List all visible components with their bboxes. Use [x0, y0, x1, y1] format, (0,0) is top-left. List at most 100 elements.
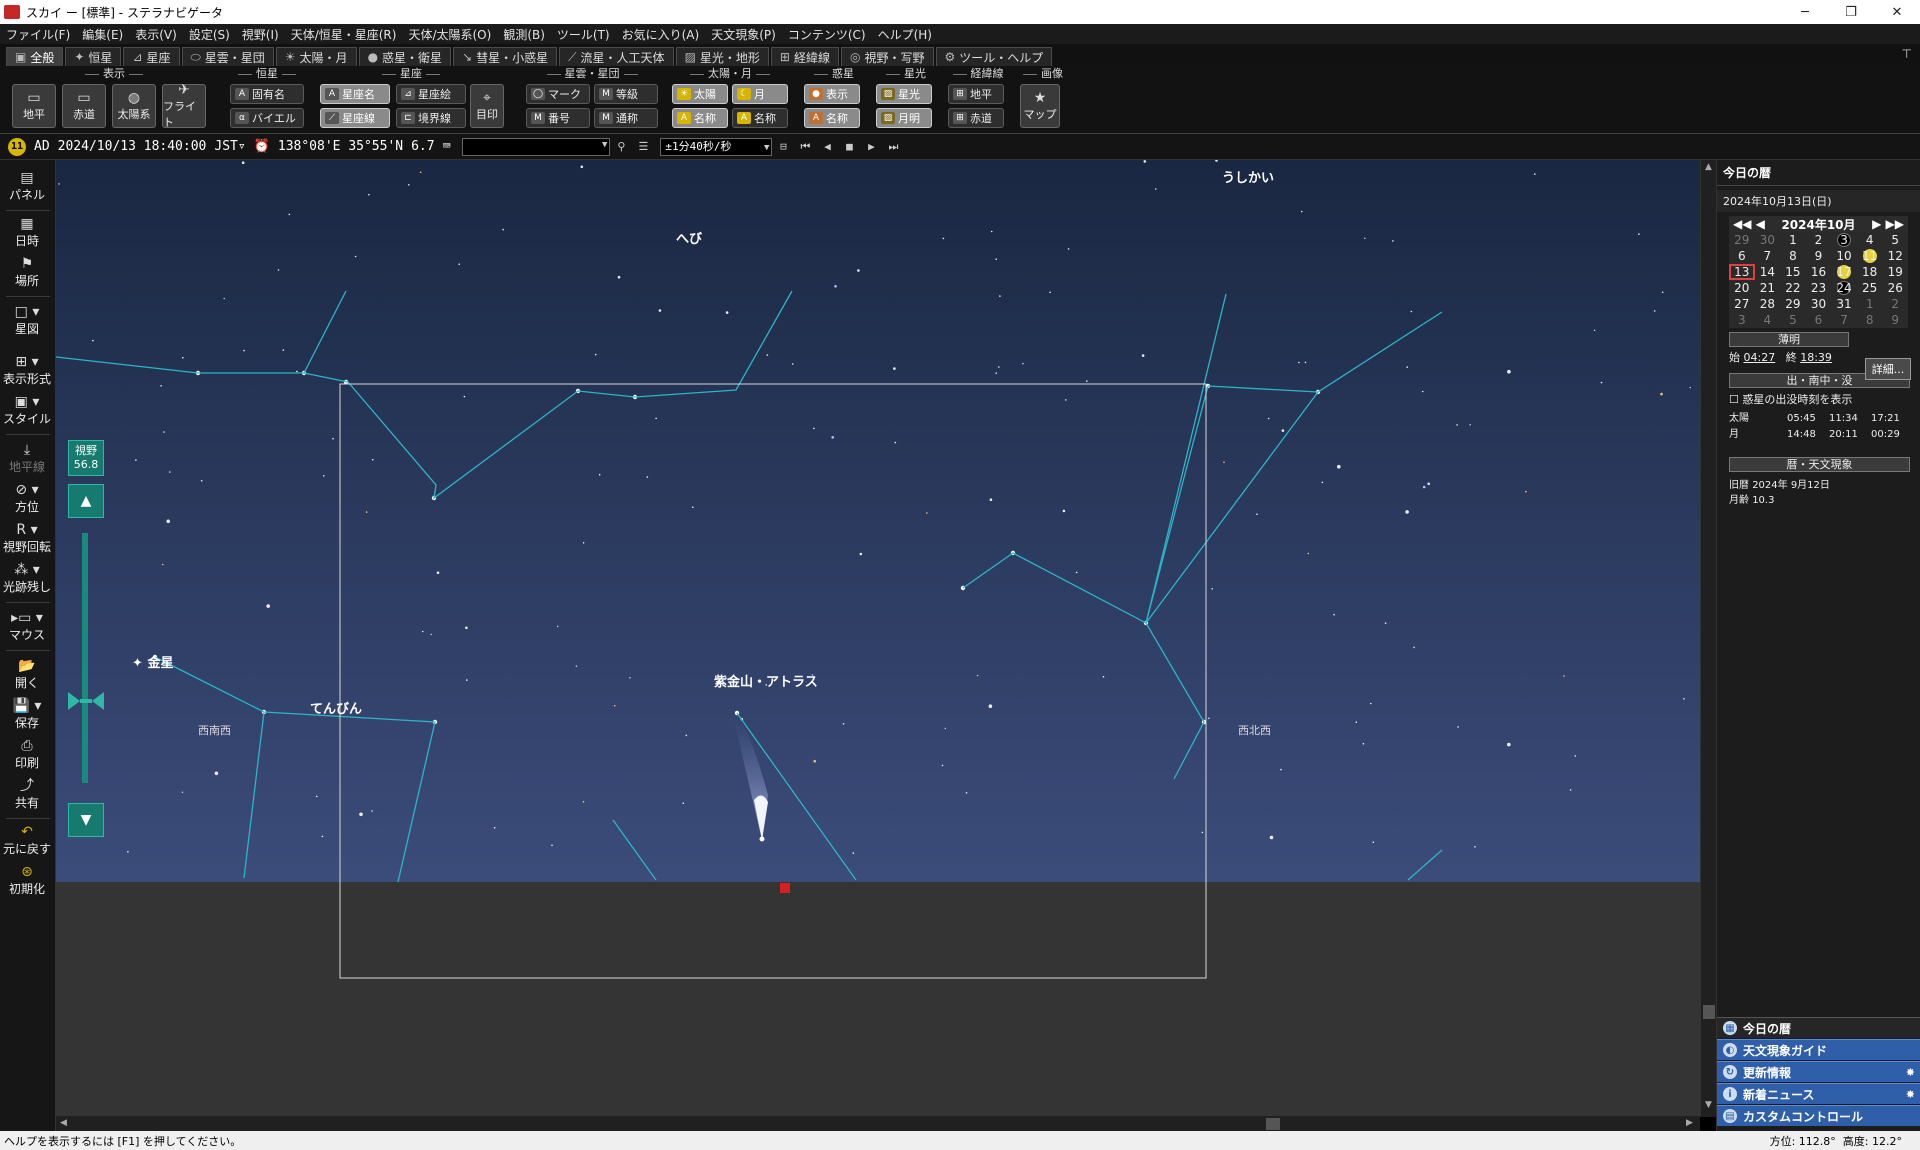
star[interactable] — [1569, 789, 1572, 791]
label-bootes[interactable]: うしかい — [1222, 167, 1274, 186]
star[interactable] — [926, 512, 928, 514]
star[interactable] — [766, 354, 769, 356]
star[interactable] — [998, 366, 1000, 368]
star[interactable] — [598, 473, 601, 476]
star[interactable] — [296, 370, 298, 373]
chart-tool[interactable]: □ ▾ 星図 — [0, 304, 54, 337]
star[interactable] — [1469, 423, 1471, 426]
calendar-day[interactable]: 9 — [1806, 248, 1832, 264]
scroll-left-icon[interactable]: ◀ — [60, 1118, 67, 1128]
star[interactable] — [1406, 366, 1408, 368]
star[interactable] — [551, 844, 553, 847]
calendar-day[interactable]: 4 — [1755, 312, 1781, 328]
star[interactable] — [594, 353, 597, 356]
next-month-icon[interactable]: ▶ ▶▶ — [1872, 217, 1904, 231]
star[interactable] — [831, 436, 834, 439]
star[interactable] — [243, 349, 245, 352]
calendar-day[interactable]: 24 — [1831, 280, 1857, 296]
star[interactable] — [1574, 755, 1577, 757]
star[interactable] — [617, 275, 621, 279]
rotate-tool[interactable]: R ▾ 視野回転 — [0, 522, 54, 555]
mark-button[interactable]: ◯ マーク — [526, 84, 590, 104]
star[interactable] — [288, 213, 291, 216]
style-tool[interactable]: ▣ ▾ スタイル — [0, 394, 54, 427]
menu-item[interactable]: 天文現象(P) — [711, 26, 776, 43]
star[interactable] — [1392, 240, 1394, 242]
timezone-text[interactable]: JST▿ — [214, 139, 245, 154]
star[interactable] — [1364, 237, 1366, 240]
radec-grid-button[interactable]: ⊞ 赤道 — [948, 108, 1004, 128]
star[interactable] — [944, 727, 947, 730]
star[interactable] — [182, 356, 184, 359]
number-button[interactable]: M 番号 — [526, 108, 590, 128]
scroll-down-icon[interactable]: ▼ — [1705, 1100, 1712, 1110]
star[interactable] — [463, 395, 466, 398]
star[interactable] — [458, 263, 461, 265]
scroll-up-icon[interactable]: ▲ — [1705, 162, 1712, 172]
menu-item[interactable]: 表示(V) — [135, 26, 177, 43]
star[interactable] — [365, 511, 368, 513]
link-today-calendar[interactable]: ▦ 今日の暦 — [1717, 1017, 1920, 1038]
star[interactable] — [842, 723, 845, 725]
star[interactable] — [1474, 846, 1476, 848]
star[interactable] — [266, 604, 270, 608]
star[interactable] — [685, 734, 688, 737]
star[interactable] — [1563, 675, 1565, 677]
star[interactable] — [1062, 509, 1066, 513]
star[interactable] — [1269, 835, 1274, 840]
star[interactable] — [791, 363, 794, 365]
star[interactable] — [1223, 461, 1225, 464]
label-comet[interactable]: 紫金山・アトラス — [714, 671, 818, 690]
common-name-button[interactable]: M 通称 — [594, 108, 658, 128]
stop-icon[interactable]: ■ — [838, 137, 860, 157]
planet-checkbox-row[interactable]: ☐ 惑星の出没時刻を表示 — [1717, 391, 1920, 407]
direction-tool[interactable]: ⊘ ▾ 方位 — [0, 482, 54, 515]
calendar-day[interactable]: 8 — [1780, 248, 1806, 264]
moonlight-button[interactable]: ▨ 月明 — [876, 108, 932, 128]
calendar-day[interactable]: 19 — [1882, 264, 1908, 280]
altaz-grid-button[interactable]: ⊞ 地平 — [948, 84, 1004, 104]
star[interactable] — [989, 498, 993, 502]
star[interactable] — [988, 704, 993, 708]
datetime-tool[interactable]: ▦ 日時 — [0, 216, 54, 249]
search-combo[interactable]: ▼ — [462, 137, 611, 156]
star[interactable] — [575, 665, 578, 667]
tab-5[interactable]: ● 惑星・衛星 — [358, 47, 452, 66]
calendar-day[interactable]: 17 — [1831, 264, 1857, 280]
star[interactable] — [321, 835, 324, 838]
play-icon[interactable]: ▶ — [860, 137, 882, 157]
calendar-day[interactable]: 27 — [1729, 296, 1755, 312]
calendar-day[interactable]: 28 — [1755, 296, 1781, 312]
sun-button[interactable]: ☀ 太陽 — [672, 84, 728, 104]
star[interactable] — [658, 309, 662, 312]
calendar-day[interactable]: 2 — [1806, 232, 1832, 248]
calendar-day[interactable]: 7 — [1831, 312, 1857, 328]
tab-11[interactable]: ⚙ ツール・ヘルプ — [935, 47, 1053, 66]
star[interactable] — [990, 230, 993, 233]
menu-item[interactable]: 天体/太陽系(O) — [408, 26, 491, 43]
star[interactable] — [965, 792, 968, 794]
star[interactable] — [942, 237, 945, 240]
search-icon[interactable]: ⚲ — [610, 137, 632, 157]
place-tool[interactable]: ⚑ 場所 — [0, 256, 54, 289]
star[interactable] — [580, 165, 584, 169]
star[interactable] — [1638, 233, 1640, 235]
close-button[interactable]: ✕ — [1874, 0, 1920, 24]
skip-forward-icon[interactable]: ⏭ — [882, 137, 904, 157]
proper-name-button[interactable]: A 固有名 — [230, 84, 304, 104]
horizontal-scrollbar[interactable]: ◀ ▶ — [56, 1115, 1700, 1131]
menu-item[interactable]: 観測(B) — [503, 26, 545, 43]
calendar-day[interactable]: 10 — [1831, 248, 1857, 264]
label-venus[interactable]: ✦ 金星 — [132, 652, 173, 671]
star[interactable] — [852, 852, 855, 854]
star[interactable] — [169, 471, 171, 473]
star[interactable] — [655, 417, 657, 420]
share-tool[interactable]: ⤴ 共有 — [0, 778, 54, 811]
menu-item[interactable]: ヘルプ(H) — [878, 26, 932, 43]
star[interactable] — [1660, 392, 1663, 396]
star[interactable] — [995, 372, 997, 374]
menu-item[interactable]: ファイル(F) — [6, 26, 70, 43]
datetime-text[interactable]: 2024/10/13 18:40:00 — [58, 139, 207, 154]
minimize-button[interactable]: ─ — [1782, 0, 1828, 24]
calendar-day[interactable]: 9 — [1882, 312, 1908, 328]
